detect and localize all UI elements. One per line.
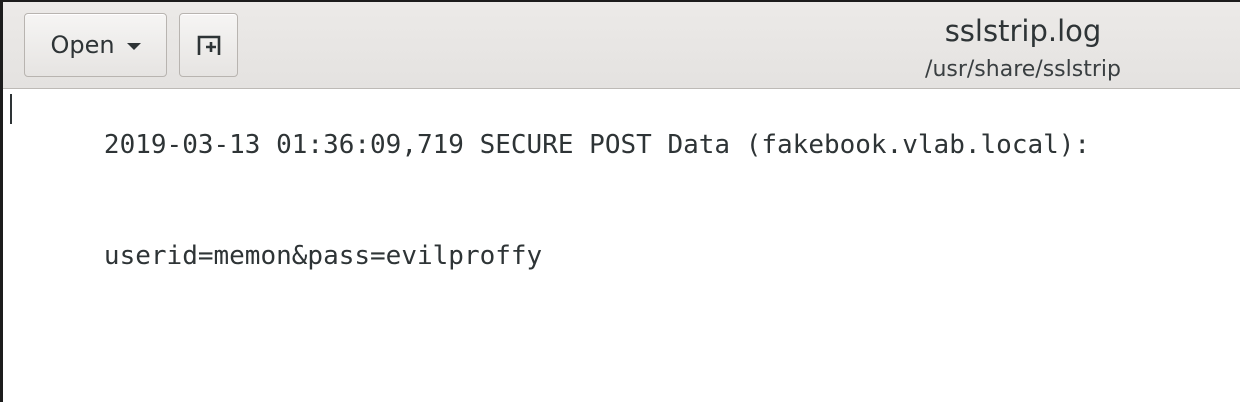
window-title-area: sslstrip.log /usr/share/sslstrip: [883, 10, 1163, 84]
document-title: sslstrip.log: [944, 14, 1102, 48]
header-bar: Open sslstrip.log /usr/share/sslstrip: [3, 2, 1240, 89]
text-cursor: [10, 94, 12, 124]
text-editor-area[interactable]: 2019-03-13 01:36:09,719 SECURE POST Data…: [3, 89, 1240, 402]
new-tab-button[interactable]: [179, 13, 238, 77]
editor-line: 2019-03-13 01:36:09,719 SECURE POST Data…: [10, 90, 1240, 201]
new-tab-icon: [197, 35, 220, 55]
text-editor-window: Open sslstrip.log /usr/share/sslstrip 20…: [0, 0, 1240, 402]
editor-line: userid=memon&pass=evilproffy: [10, 201, 1240, 312]
editor-line-text: userid=memon&pass=evilproffy: [103, 241, 543, 271]
open-button[interactable]: Open: [24, 13, 167, 77]
document-path: /usr/share/sslstrip: [925, 57, 1121, 82]
editor-line-text: 2019-03-13 01:36:09,719 SECURE POST Data…: [103, 130, 1091, 160]
open-button-label: Open: [50, 30, 115, 59]
chevron-down-icon: [126, 42, 141, 50]
